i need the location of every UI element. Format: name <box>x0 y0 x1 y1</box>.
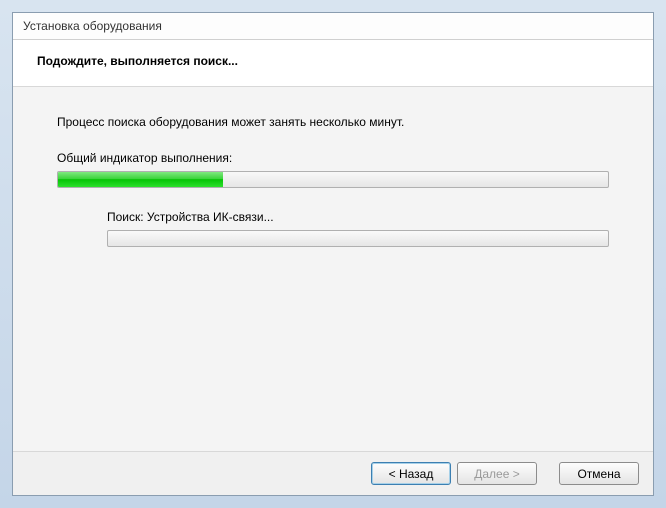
wizard-footer: < Назад Далее > Отмена <box>13 451 653 495</box>
search-status-label: Поиск: Устройства ИК-связи... <box>107 210 609 224</box>
intro-text: Процесс поиска оборудования может занять… <box>57 115 609 129</box>
overall-progress-fill <box>58 172 223 187</box>
back-button[interactable]: < Назад <box>371 462 451 485</box>
overall-progress-label: Общий индикатор выполнения: <box>57 151 609 165</box>
wizard-content: Процесс поиска оборудования может занять… <box>13 87 653 451</box>
window-titlebar: Установка оборудования <box>13 13 653 40</box>
next-button: Далее > <box>457 462 537 485</box>
search-block: Поиск: Устройства ИК-связи... <box>57 210 609 247</box>
wizard-window: Установка оборудования Подождите, выполн… <box>12 12 654 496</box>
cancel-button[interactable]: Отмена <box>559 462 639 485</box>
window-title: Установка оборудования <box>23 19 162 33</box>
search-progress-bar <box>107 230 609 247</box>
overall-progress-bar <box>57 171 609 188</box>
button-spacer <box>543 462 553 485</box>
wizard-header: Подождите, выполняется поиск... <box>13 40 653 87</box>
page-heading: Подождите, выполняется поиск... <box>37 54 629 68</box>
